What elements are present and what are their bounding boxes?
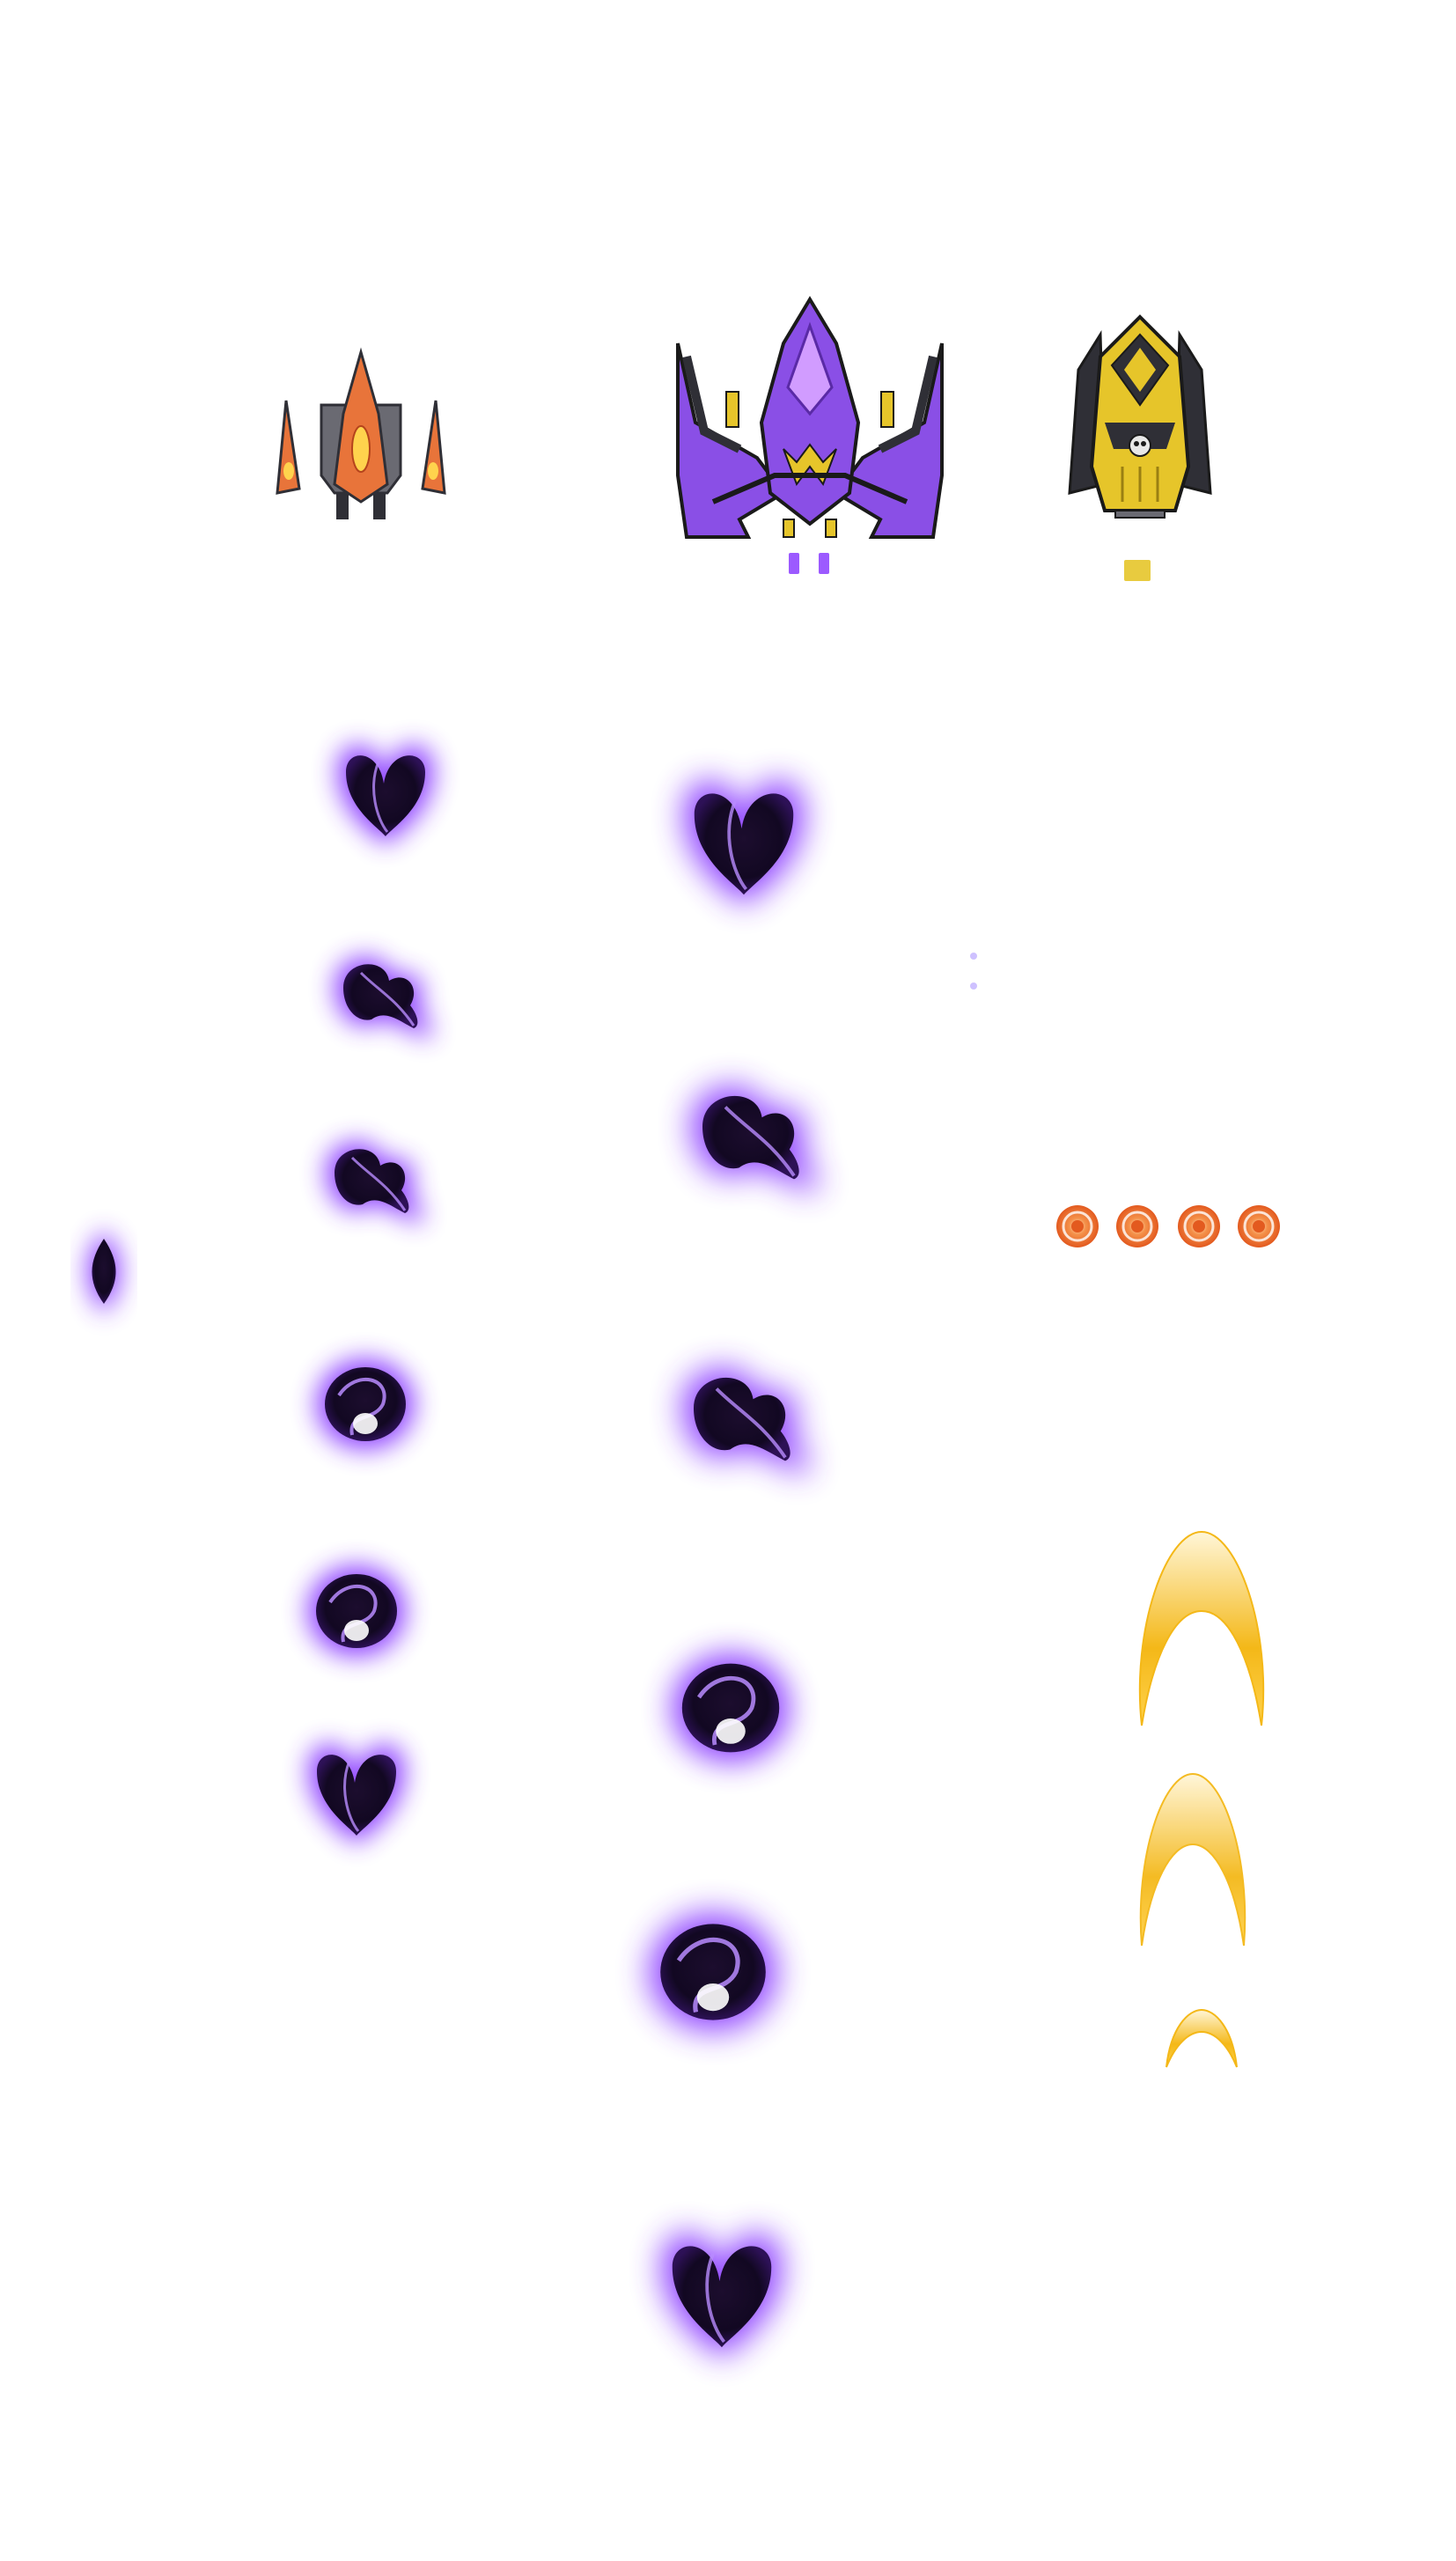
purple-orb-col2-1 [683,780,805,905]
crescent-bullet-medium [1139,1772,1246,1947]
purple-exhaust-sprite [789,553,829,574]
purple-orb-col1-3 [326,1142,423,1224]
purple-orb-col1-2 [335,957,431,1039]
purple-orb-col2-3 [682,1368,808,1475]
purple-orb-col1-1 [337,745,434,845]
fireball-4 [1236,1203,1282,1249]
gold-skull-ship [1068,314,1212,519]
crescent-bullet-large [1138,1530,1265,1726]
purple-orb-col1-5 [307,1565,406,1657]
purple-orb-col1-6 [308,1744,405,1844]
orange-fighter-ship [276,347,446,519]
purple-drop [87,1230,121,1314]
fireball-3 [1176,1203,1222,1249]
purple-orb-col2-6 [661,2233,783,2358]
purple-orb-col2-4 [672,1653,790,1763]
purple-particle [970,953,977,960]
sprite-sheet-canvas [0,296,1282,2561]
purple-particle [970,982,977,990]
purple-orb-col2-5 [649,1912,777,2031]
crescent-bullet-small [1166,2008,1238,2068]
gold-exhaust-sprite [1124,560,1151,581]
purple-boss-ship [676,296,944,539]
purple-orb-col1-4 [316,1358,415,1450]
fireball-2 [1114,1203,1160,1249]
purple-orb-col2-2 [691,1086,817,1193]
fireball-1 [1055,1203,1100,1249]
